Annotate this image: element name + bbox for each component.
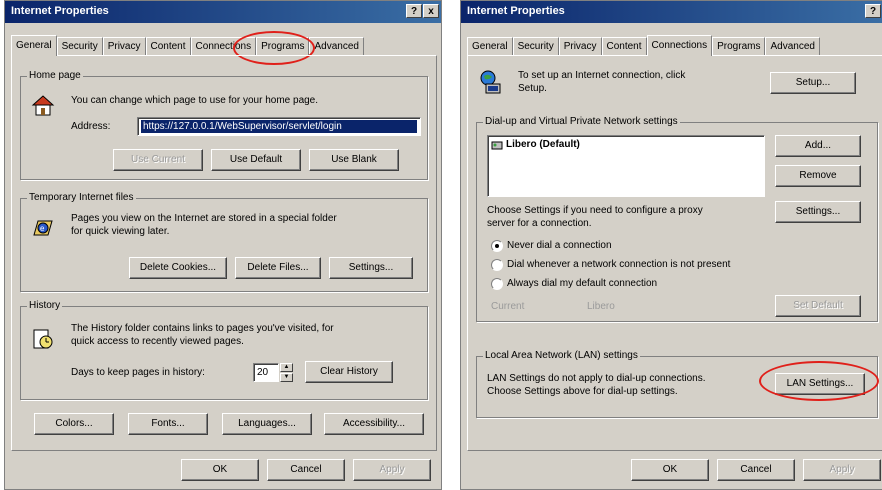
history-desc-2: quick access to recently viewed pages. bbox=[71, 336, 244, 347]
current-label: Current bbox=[491, 301, 525, 312]
temp-settings-button[interactable]: Settings... bbox=[329, 257, 413, 279]
set-default-button[interactable]: Set Default bbox=[775, 295, 861, 317]
tab-security[interactable]: Security bbox=[512, 37, 559, 55]
dialup-settings-button[interactable]: Settings... bbox=[775, 201, 861, 223]
radio-never-dial[interactable] bbox=[491, 240, 503, 252]
right-titlebar[interactable]: Internet Properties ? x bbox=[461, 1, 882, 23]
choose-settings-2: server for a connection. bbox=[487, 218, 592, 229]
languages-button[interactable]: Languages... bbox=[222, 413, 312, 435]
radio-dial-whenever-label[interactable]: Dial whenever a network connection is no… bbox=[507, 259, 730, 271]
use-default-button[interactable]: Use Default bbox=[211, 149, 301, 171]
address-label: Address: bbox=[71, 121, 111, 132]
days-field[interactable]: 20 bbox=[253, 363, 279, 382]
use-blank-button[interactable]: Use Blank bbox=[309, 149, 399, 171]
lan-desc-2: Choose Settings above for dial-up settin… bbox=[487, 386, 678, 397]
fonts-button[interactable]: Fonts... bbox=[128, 413, 208, 435]
lan-settings-highlight bbox=[759, 361, 879, 401]
setup-text-1: To set up an Internet connection, click bbox=[518, 70, 686, 81]
dialup-label: Dial-up and Virtual Private Network sett… bbox=[483, 116, 680, 127]
network-setup-icon bbox=[480, 70, 501, 94]
home-page-icon bbox=[31, 95, 55, 116]
spin-down-icon[interactable]: ▼ bbox=[280, 373, 293, 382]
home-page-group: Home page You can change which page to u… bbox=[20, 70, 428, 180]
history-group: History The History folder contains link… bbox=[20, 300, 428, 400]
tab-content[interactable]: Content bbox=[601, 37, 647, 55]
days-label: Days to keep pages in history: bbox=[71, 367, 205, 378]
radio-always-dial[interactable] bbox=[491, 278, 503, 290]
left-titlebar[interactable]: Internet Properties ? x bbox=[5, 1, 441, 23]
setup-button[interactable]: Setup... bbox=[770, 72, 856, 94]
right-ok-button[interactable]: OK bbox=[631, 459, 709, 481]
delete-files-button[interactable]: Delete Files... bbox=[235, 257, 321, 279]
history-label: History bbox=[27, 300, 63, 311]
use-current-button[interactable]: Use Current bbox=[113, 149, 203, 171]
add-button[interactable]: Add... bbox=[775, 135, 861, 157]
left-ok-button[interactable]: OK bbox=[181, 459, 259, 481]
left-dialog: Internet Properties ? x General Security… bbox=[4, 0, 442, 490]
days-value: 20 bbox=[257, 367, 269, 378]
tab-content[interactable]: Content bbox=[145, 37, 191, 55]
right-dialog: Internet Properties ? x General Security… bbox=[460, 0, 882, 490]
left-cancel-button[interactable]: Cancel bbox=[267, 459, 345, 481]
right-apply-button[interactable]: Apply bbox=[803, 459, 881, 481]
accessibility-button[interactable]: Accessibility... bbox=[324, 413, 424, 435]
temp-files-desc-1: Pages you view on the Internet are store… bbox=[71, 213, 337, 224]
right-cancel-button[interactable]: Cancel bbox=[717, 459, 795, 481]
help-button[interactable]: ? bbox=[406, 4, 422, 18]
temp-files-group: Temporary Internet files e Pages you vie… bbox=[20, 192, 428, 292]
setup-text-2: Setup. bbox=[518, 83, 547, 94]
radio-dial-whenever[interactable] bbox=[491, 259, 503, 271]
dialup-connection-icon bbox=[491, 141, 503, 150]
lan-desc-1: LAN Settings do not apply to dial-up con… bbox=[487, 373, 706, 384]
left-tab-panel: Home page You can change which page to u… bbox=[11, 55, 437, 451]
left-apply-button[interactable]: Apply bbox=[353, 459, 431, 481]
home-page-desc: You can change which page to use for you… bbox=[71, 95, 319, 106]
history-icon bbox=[33, 329, 53, 349]
temp-files-label: Temporary Internet files bbox=[27, 192, 136, 203]
right-title: Internet Properties bbox=[467, 5, 565, 17]
tab-connections[interactable]: Connections bbox=[646, 35, 713, 56]
clear-history-button[interactable]: Clear History bbox=[305, 361, 393, 383]
tab-privacy[interactable]: Privacy bbox=[102, 37, 146, 55]
address-field[interactable]: https://127.0.0.1/WebSupervisor/servlet/… bbox=[137, 117, 421, 136]
tab-security[interactable]: Security bbox=[56, 37, 103, 55]
remove-button[interactable]: Remove bbox=[775, 165, 861, 187]
spin-up-icon[interactable]: ▲ bbox=[280, 363, 293, 372]
colors-button[interactable]: Colors... bbox=[34, 413, 114, 435]
address-value: https://127.0.0.1/WebSupervisor/servlet/… bbox=[141, 120, 417, 133]
tab-advanced[interactable]: Advanced bbox=[309, 37, 364, 55]
tab-general[interactable]: General bbox=[11, 35, 57, 56]
days-spinner[interactable]: ▲ ▼ bbox=[280, 363, 293, 382]
right-help-button[interactable]: ? bbox=[865, 4, 881, 18]
history-desc-1: The History folder contains links to pag… bbox=[71, 323, 334, 334]
temp-files-desc-2: for quick viewing later. bbox=[71, 226, 170, 237]
radio-always-dial-label[interactable]: Always dial my default connection bbox=[507, 278, 657, 290]
radio-never-dial-label[interactable]: Never dial a connection bbox=[507, 240, 612, 252]
left-title: Internet Properties bbox=[11, 5, 109, 17]
tab-general[interactable]: General bbox=[467, 37, 513, 55]
close-button[interactable]: x bbox=[423, 4, 439, 18]
connection-item[interactable]: Libero (Default) bbox=[506, 139, 580, 151]
right-tab-strip: General Security Privacy Content Connect… bbox=[467, 35, 820, 56]
tab-privacy[interactable]: Privacy bbox=[558, 37, 602, 55]
connection-list[interactable]: Libero (Default) bbox=[487, 135, 765, 197]
home-page-label: Home page bbox=[27, 70, 83, 81]
tab-programs[interactable]: Programs bbox=[712, 37, 766, 55]
current-value: Libero bbox=[587, 301, 615, 312]
tab-advanced[interactable]: Advanced bbox=[765, 37, 820, 55]
lan-label: Local Area Network (LAN) settings bbox=[483, 350, 640, 361]
choose-settings-1: Choose Settings if you need to configure… bbox=[487, 205, 703, 216]
temp-files-icon: e bbox=[33, 220, 53, 236]
svg-text:e: e bbox=[40, 224, 45, 233]
delete-cookies-button[interactable]: Delete Cookies... bbox=[129, 257, 227, 279]
dialup-group: Dial-up and Virtual Private Network sett… bbox=[476, 116, 878, 322]
